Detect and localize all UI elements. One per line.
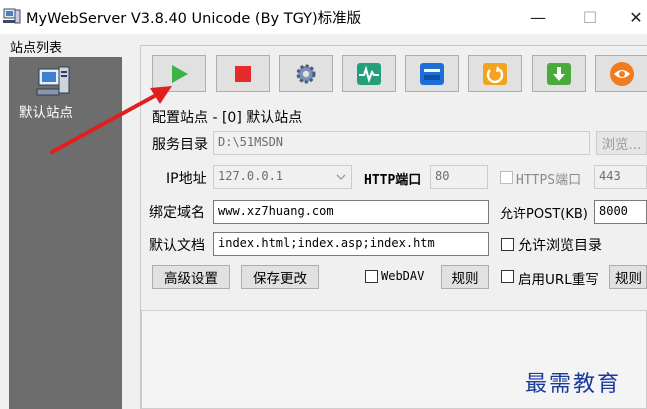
window-title: MyWebServer V3.8.40 Unicode (By TGY)标准版 bbox=[26, 11, 362, 27]
site-list-label: 站点列表 bbox=[10, 41, 63, 56]
url-rewrite-label: 启用URL重写 bbox=[518, 272, 599, 288]
ip-select[interactable]: 127.0.0.1 bbox=[213, 165, 352, 189]
maximize-icon: ☐ bbox=[582, 7, 598, 27]
minimize-icon: — bbox=[530, 7, 546, 27]
post-limit-label: 允许POST(KB) bbox=[500, 207, 588, 222]
domain-label: 绑定域名 bbox=[149, 205, 205, 221]
site-item-label: 默认站点 bbox=[19, 101, 73, 121]
webdav-label: WebDAV bbox=[381, 269, 425, 283]
window-icon bbox=[420, 62, 444, 85]
minimize-button[interactable]: — bbox=[515, 0, 561, 34]
pulse-icon bbox=[357, 62, 381, 85]
http-port-label: HTTP端口 bbox=[364, 173, 422, 188]
http-port-field[interactable]: 80 bbox=[430, 165, 488, 189]
default-doc-field[interactable]: index.html;index.asp;index.htm bbox=[213, 232, 489, 256]
app-icon bbox=[3, 8, 21, 24]
stop-icon bbox=[235, 65, 251, 82]
allow-browse-checkbox[interactable] bbox=[501, 238, 514, 251]
window-button[interactable] bbox=[405, 55, 459, 92]
allow-browse-label: 允许浏览目录 bbox=[518, 238, 602, 254]
ip-label: IP地址 bbox=[166, 171, 207, 187]
refresh-icon bbox=[483, 62, 507, 85]
ip-value: 127.0.0.1 bbox=[218, 169, 284, 183]
stop-button[interactable] bbox=[216, 55, 270, 92]
advanced-settings-button[interactable]: 高级设置 bbox=[152, 265, 230, 289]
start-button[interactable] bbox=[152, 55, 206, 92]
server-computer-icon bbox=[36, 66, 70, 96]
app-window: MyWebServer V3.8.40 Unicode (By TGY)标准版 … bbox=[0, 0, 647, 409]
monitor-button[interactable] bbox=[342, 55, 396, 92]
site-list[interactable]: 默认站点 bbox=[9, 57, 122, 409]
service-dir-field[interactable]: D:\51MSDN bbox=[213, 131, 590, 155]
https-port-field[interactable]: 443 bbox=[594, 165, 647, 189]
https-checkbox[interactable] bbox=[500, 171, 513, 184]
url-rewrite-checkbox[interactable] bbox=[501, 270, 514, 283]
logo-button[interactable] bbox=[595, 55, 647, 92]
play-icon bbox=[172, 64, 188, 83]
close-button[interactable]: ✕ bbox=[613, 0, 647, 34]
rewrite-rules-button[interactable]: 规则 bbox=[609, 265, 647, 289]
default-doc-label: 默认文档 bbox=[149, 238, 205, 254]
config-heading: 配置站点 - [0] 默认站点 bbox=[152, 110, 303, 126]
https-port-label: HTTPS端口 bbox=[516, 173, 582, 188]
close-icon: ✕ bbox=[629, 7, 643, 27]
post-limit-field[interactable]: 8000 bbox=[594, 200, 647, 224]
title-bar[interactable]: MyWebServer V3.8.40 Unicode (By TGY)标准版 … bbox=[0, 0, 647, 34]
browse-button[interactable]: 浏览... bbox=[596, 131, 647, 155]
maximize-button[interactable]: ☐ bbox=[567, 0, 613, 34]
save-changes-button[interactable]: 保存更改 bbox=[241, 265, 319, 289]
service-dir-label: 服务目录 bbox=[152, 137, 208, 153]
webdav-checkbox[interactable] bbox=[365, 270, 378, 283]
gear-icon bbox=[296, 64, 316, 83]
brand-logo-icon bbox=[610, 61, 634, 86]
chevron-down-icon bbox=[336, 174, 346, 180]
settings-button[interactable] bbox=[279, 55, 333, 92]
domain-field[interactable]: www.xz7huang.com bbox=[213, 200, 489, 224]
webdav-rules-button[interactable]: 规则 bbox=[441, 265, 489, 289]
download-icon bbox=[547, 62, 571, 85]
refresh-button[interactable] bbox=[468, 55, 522, 92]
download-button[interactable] bbox=[532, 55, 586, 92]
watermark-text: 最需教育 bbox=[525, 372, 622, 397]
